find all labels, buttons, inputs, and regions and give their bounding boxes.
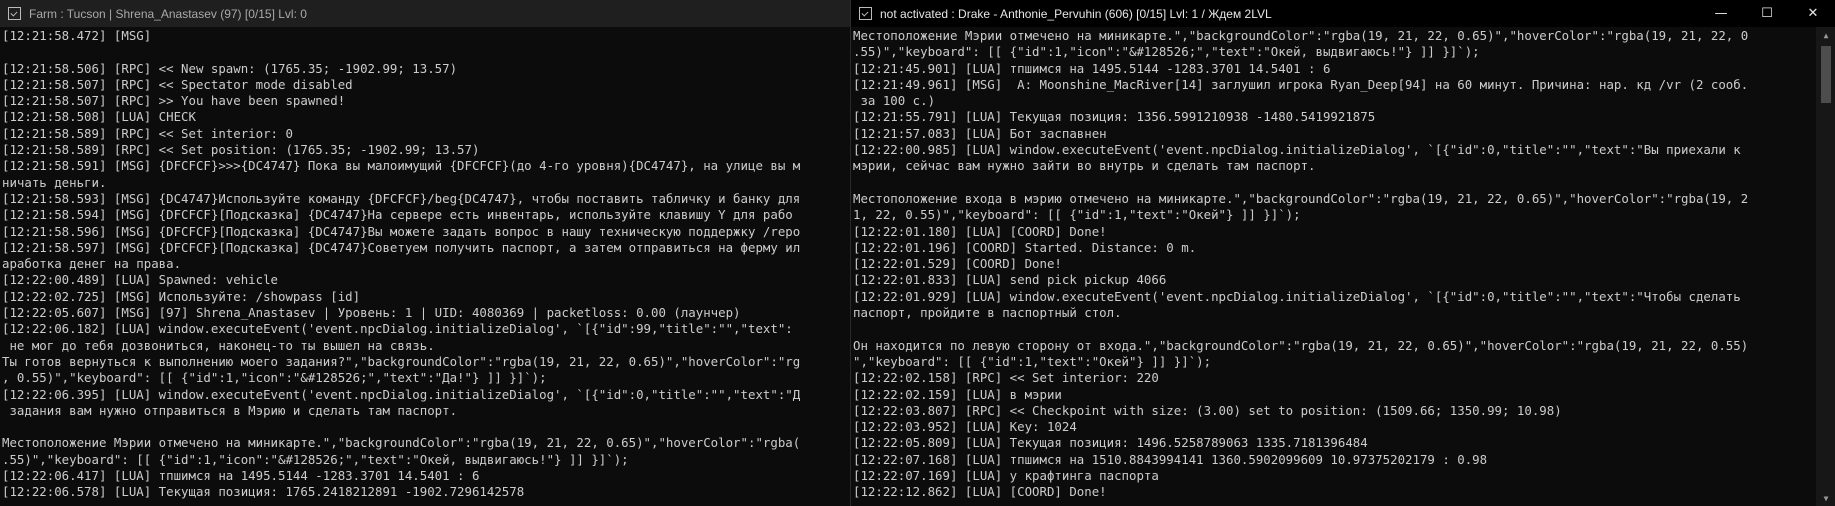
console-line: Местоположение входа в мэрию отмечено на… [853, 190, 1749, 206]
title-bar[interactable]: not activated : Drake - Anthonie_Pervuhi… [851, 0, 1835, 27]
console-line: [12:21:58.472] [MSG] [2, 28, 152, 43]
console-line: паспорт, пройдите в паспортный стол. [853, 305, 1122, 321]
console-line: задания вам нужно отправиться в Мэрию и … [2, 402, 458, 418]
console-window-drake[interactable]: not activated : Drake - Anthonie_Pervuhi… [850, 0, 1835, 506]
minimize-button[interactable]: — [1698, 0, 1744, 27]
console-line: [12:22:02.158] [RPC] << Set interior: 22… [853, 370, 1159, 386]
console-line: аработка денег на права. [2, 256, 182, 272]
window-title: not activated : Drake - Anthonie_Pervuhi… [880, 6, 1272, 21]
console-output[interactable]: [12:21:58.472] [MSG] [12:21:58.506] [RPC]… [0, 27, 850, 506]
console-line: [12:21:55.791] [LUA] Текущая позиция: 13… [853, 109, 1376, 125]
console-line: за 100 с.) [853, 93, 936, 109]
console-line: Местоположение Мэрии отмечено на миникар… [853, 28, 1749, 43]
console-output[interactable]: Местоположение Мэрии отмечено на миникар… [851, 27, 1816, 506]
console-app-icon [859, 7, 872, 20]
console-line: ничать деньги. [2, 174, 107, 190]
console-line: [12:22:07.169] [LUA] у крафтинга паспорт… [853, 468, 1159, 484]
console-line: Он находится по левую сторону от входа."… [853, 337, 1749, 353]
console-line: [12:22:01.929] [LUA] window.executeEvent… [853, 288, 1741, 304]
console-line: [12:21:58.589] [RPC] << Set position: (1… [2, 142, 480, 158]
console-line: Ты готов вернуться к выполнению моего за… [2, 353, 801, 369]
console-line: [12:22:02.725] [MSG] Используйте: /showp… [2, 288, 361, 304]
console-line: [12:21:58.508] [LUA] CHECK [2, 109, 196, 125]
console-line: [12:22:02.159] [LUA] в мэрии [853, 386, 1062, 402]
console-line: [12:21:57.083] [LUA] Бот заспавнен [853, 125, 1107, 141]
console-line: [12:22:00.985] [LUA] window.executeEvent… [853, 142, 1741, 158]
console-line: мэрии, сейчас вам нужно зайти во внутрь … [853, 158, 1316, 174]
console-line: [12:21:58.589] [RPC] << Set interior: 0 [2, 125, 293, 141]
console-line: [12:21:58.507] [RPC] >> You have been sp… [2, 93, 346, 109]
console-line: , 0.55)","keyboard": [[ {"id":1,"icon":"… [2, 370, 547, 386]
console-line: не мог до тебя дозвониться, наконец-то т… [2, 337, 435, 353]
console-line: [12:22:06.395] [LUA] window.executeEvent… [2, 386, 801, 402]
console-line: [12:21:58.597] [MSG] {DFCFCF}[Подсказка]… [2, 239, 801, 255]
console-line: [12:21:58.506] [RPC] << New spawn: (1765… [2, 60, 458, 76]
console-line: [12:22:01.180] [LUA] [COORD] Done! [853, 223, 1107, 239]
console-app-icon [8, 7, 21, 20]
console-window-farm[interactable]: Farm : Tucson | Shrena_Anastasev (97) [0… [0, 0, 850, 506]
scrollbar-thumb[interactable] [1821, 46, 1831, 103]
vertical-scrollbar[interactable]: ▲ ▼ [1816, 27, 1835, 506]
window-title: Farm : Tucson | Shrena_Anastasev (97) [0… [29, 6, 307, 21]
console-line: [12:21:58.591] [MSG] {DFCFCF}>>>{DC4747}… [2, 158, 801, 174]
console-line: [12:22:05.607] [MSG] [97] Shrena_Anastas… [2, 305, 741, 321]
console-line: ","keyboard": [[ {"id":1,"text":"Окей"} … [853, 353, 1212, 369]
console-line: [12:22:12.862] [LUA] [COORD] Done! [853, 484, 1107, 500]
maximize-button[interactable]: ☐ [1744, 0, 1790, 27]
console-line: [12:21:45.901] [LUA] тпшимся на 1495.514… [853, 60, 1331, 76]
console-line: [12:22:03.952] [LUA] Key: 1024 [853, 419, 1077, 435]
console-line: [12:21:58.507] [RPC] << Spectator mode d… [2, 76, 353, 92]
console-line: .55)","keyboard": [[ {"id":1,"icon":"&#1… [853, 44, 1480, 60]
console-line: [12:22:05.809] [LUA] Текущая позиция: 14… [853, 435, 1368, 451]
console-line: [12:22:06.417] [LUA] тпшимся на 1495.514… [2, 468, 480, 484]
console-line: 1, 22, 0.55)","keyboard": [[ {"id":1,"te… [853, 207, 1301, 223]
scroll-up-arrow-icon[interactable]: ▲ [1816, 27, 1835, 43]
close-button[interactable]: ✕ [1790, 0, 1835, 27]
console-line: [12:22:00.489] [LUA] Spawned: vehicle [2, 272, 279, 288]
console-line: [12:22:06.182] [LUA] window.executeEvent… [2, 321, 793, 337]
console-line: [12:22:01.529] [COORD] Done! [853, 256, 1062, 272]
console-line: [12:22:06.578] [LUA] Текущая позиция: 17… [2, 484, 525, 500]
scroll-down-arrow-icon[interactable]: ▼ [1816, 490, 1835, 506]
console-line: .55)","keyboard": [[ {"id":1,"icon":"&#1… [2, 451, 629, 467]
title-bar[interactable]: Farm : Tucson | Shrena_Anastasev (97) [0… [0, 0, 850, 27]
window-controls: — ☐ ✕ [1698, 0, 1835, 27]
console-line: [12:21:49.961] [MSG] A: Moonshine_MacRiv… [853, 76, 1749, 92]
console-line: [12:21:58.594] [MSG] {DFCFCF}[Подсказка]… [2, 207, 793, 223]
console-line: [12:22:01.833] [LUA] send pick pickup 40… [853, 272, 1167, 288]
console-line: [12:22:07.168] [LUA] тпшимся на 1510.884… [853, 451, 1488, 467]
console-line: [12:22:03.807] [RPC] << Checkpoint with … [853, 402, 1562, 418]
console-line: [12:21:58.593] [MSG] {DC4747}Используйте… [2, 190, 801, 206]
console-line: Местоположение Мэрии отмечено на миникар… [2, 435, 801, 451]
console-line: [12:21:58.596] [MSG] {DFCFCF}[Подсказка]… [2, 223, 801, 239]
console-line: [12:22:01.196] [COORD] Started. Distance… [853, 239, 1197, 255]
